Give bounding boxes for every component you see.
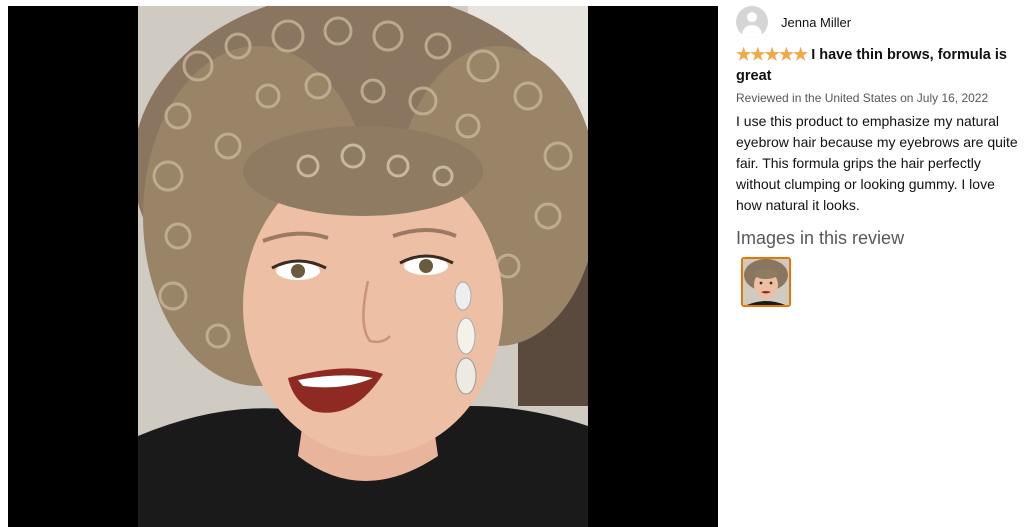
review-body: I use this product to emphasize my natur… [736, 113, 1018, 213]
review-title-row: ★★★★★ I have thin brows, formula is great [736, 44, 1024, 87]
review-meta: Reviewed in the United States on July 16… [736, 91, 989, 105]
reviewer-profile[interactable]: Jenna Miller [736, 6, 1024, 38]
images-heading: Images in this review [736, 228, 905, 248]
image-viewer [8, 6, 718, 527]
reviewer-name[interactable]: Jenna Miller [781, 15, 851, 30]
review-image-thumbnail[interactable] [741, 257, 791, 307]
review-panel: Jenna Miller ★★★★★ I have thin brows, for… [736, 6, 1024, 307]
star-rating-icon[interactable]: ★★★★★ [736, 45, 808, 64]
avatar [736, 6, 768, 38]
review-photo-large [138, 6, 588, 527]
